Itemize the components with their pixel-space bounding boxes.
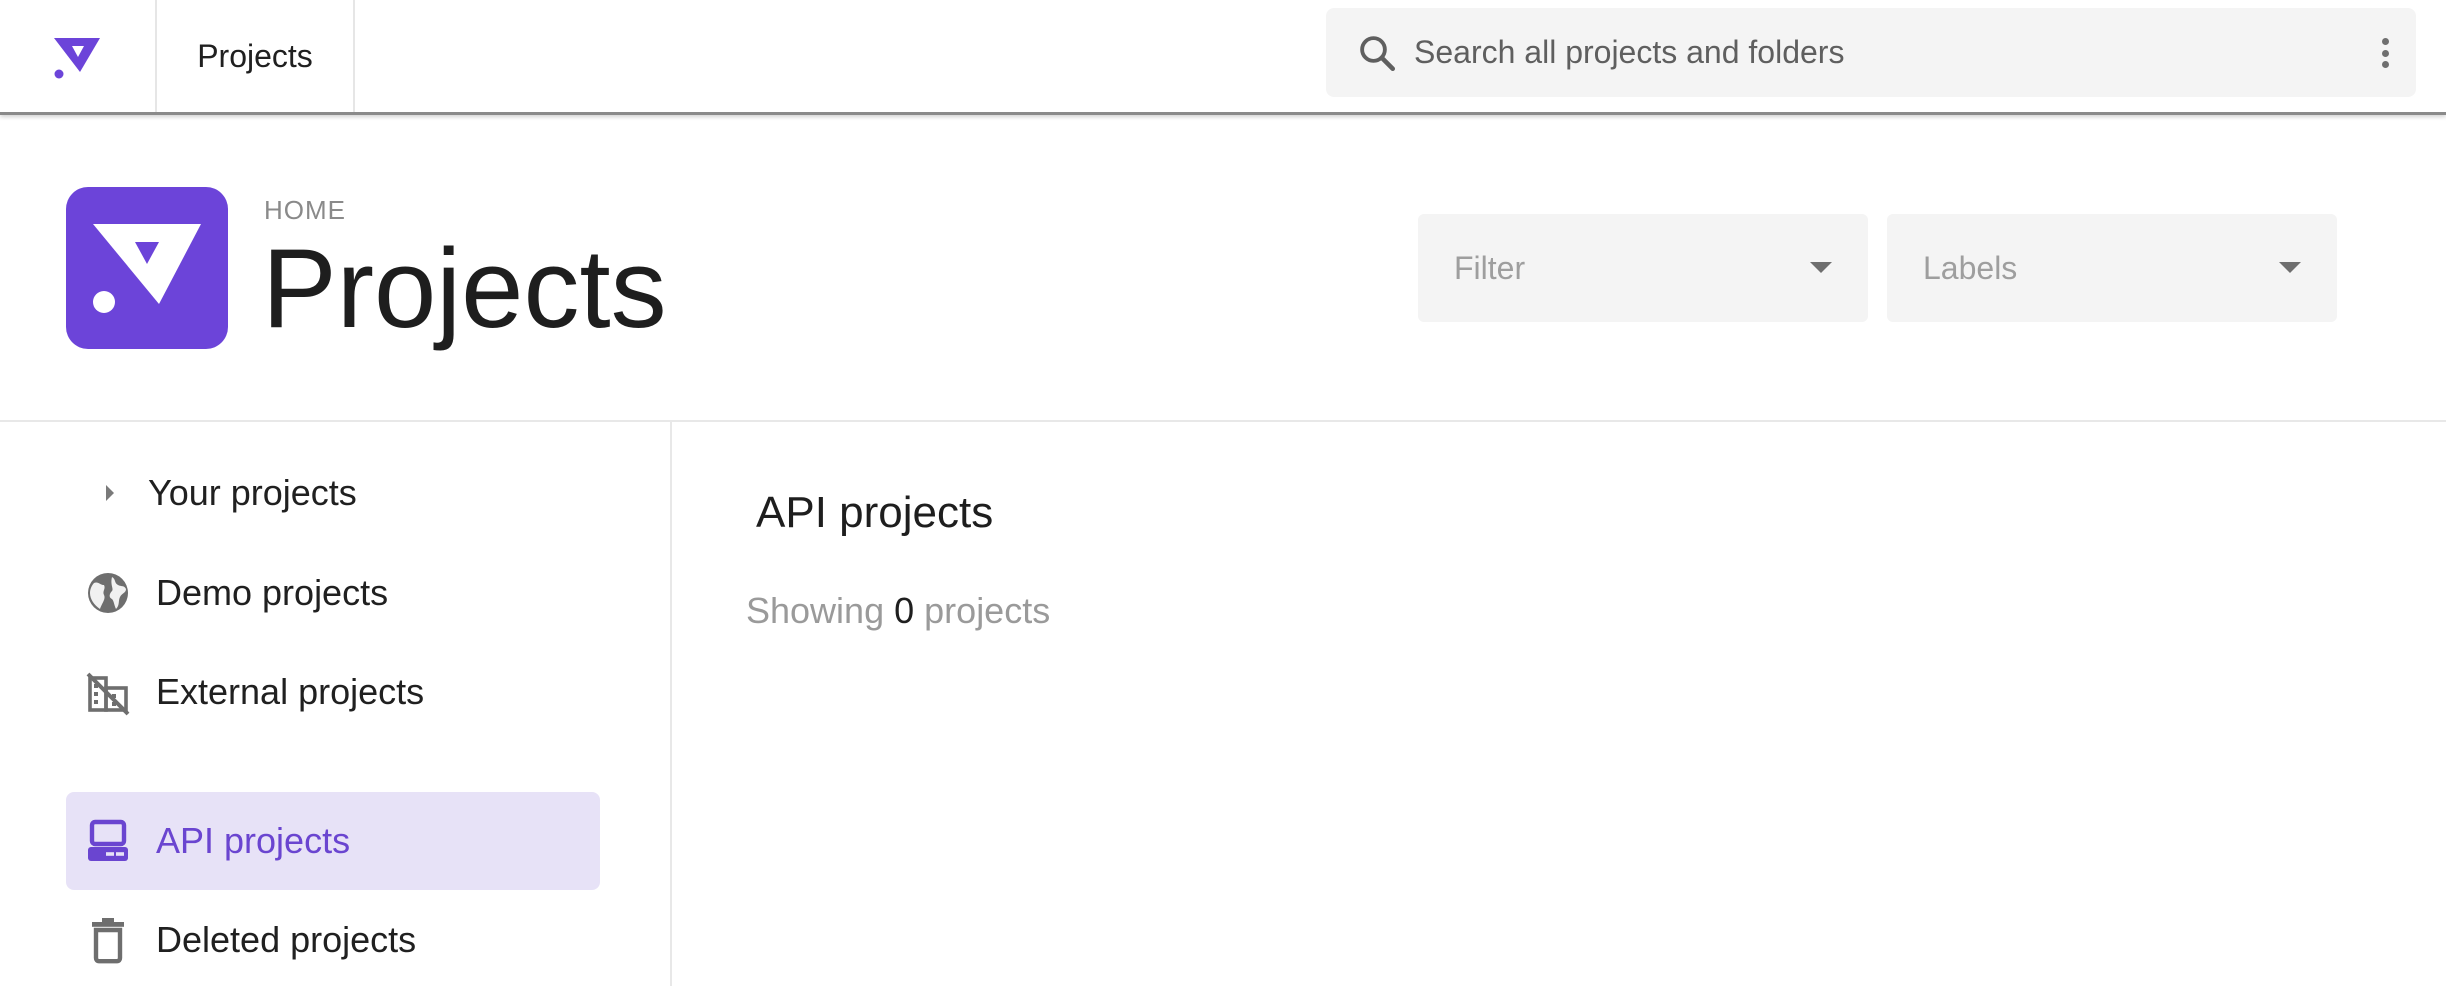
sidebar-item-api-projects[interactable]: API projects xyxy=(66,792,600,890)
count-suffix: projects xyxy=(924,590,1051,631)
labels-dropdown[interactable]: Labels xyxy=(1887,214,2337,322)
top-bar: Projects xyxy=(0,0,2446,115)
sidebar-item-label: External projects xyxy=(156,671,425,712)
sidebar-item-label: Deleted projects xyxy=(156,919,417,960)
page-header: HOME Projects Filter Labels xyxy=(0,115,2446,422)
filter-placeholder: Filter xyxy=(1454,250,1526,286)
computer-icon xyxy=(88,819,128,861)
labels-placeholder: Labels xyxy=(1923,250,2018,286)
breadcrumb[interactable]: HOME xyxy=(264,195,346,226)
page-title: Projects xyxy=(262,226,667,351)
trash-icon xyxy=(92,918,124,964)
sidebar-item-your-projects[interactable]: Your projects xyxy=(66,444,600,542)
tab-projects[interactable]: Projects xyxy=(157,0,355,112)
globe-icon xyxy=(88,573,128,613)
search-icon xyxy=(1360,36,1396,72)
project-count-text: Showing 0 projects xyxy=(746,590,1050,632)
brand-logo-icon xyxy=(53,38,100,79)
search-input[interactable] xyxy=(1414,8,2314,97)
search-bar[interactable] xyxy=(1326,8,2416,97)
caret-down-icon xyxy=(2279,262,2301,273)
chevron-right-icon[interactable] xyxy=(106,485,114,501)
sidebar-item-external-projects[interactable]: External projects xyxy=(66,643,600,741)
count-prefix: Showing xyxy=(746,590,885,631)
sidebar-item-deleted-projects[interactable]: Deleted projects xyxy=(66,891,600,986)
filter-dropdown[interactable]: Filter xyxy=(1418,214,1868,322)
building-off-icon xyxy=(86,672,130,716)
sidebar-item-label: API projects xyxy=(156,820,351,861)
projects-logo xyxy=(66,187,228,349)
sidebar-item-demo-projects[interactable]: Demo projects xyxy=(66,544,600,642)
home-logo-button[interactable] xyxy=(0,0,157,112)
sidebar-item-label: Demo projects xyxy=(156,572,389,613)
section-title: API projects xyxy=(756,488,994,537)
sidebar: Your projects Demo projects External pro… xyxy=(0,422,672,986)
project-count: 0 xyxy=(894,590,915,631)
more-options-icon[interactable] xyxy=(2370,32,2400,74)
sidebar-item-label: Your projects xyxy=(148,472,357,513)
caret-down-icon xyxy=(1810,262,1832,273)
brand-logo-icon xyxy=(93,224,201,313)
main-content: API projects Showing 0 projects xyxy=(674,422,2446,986)
